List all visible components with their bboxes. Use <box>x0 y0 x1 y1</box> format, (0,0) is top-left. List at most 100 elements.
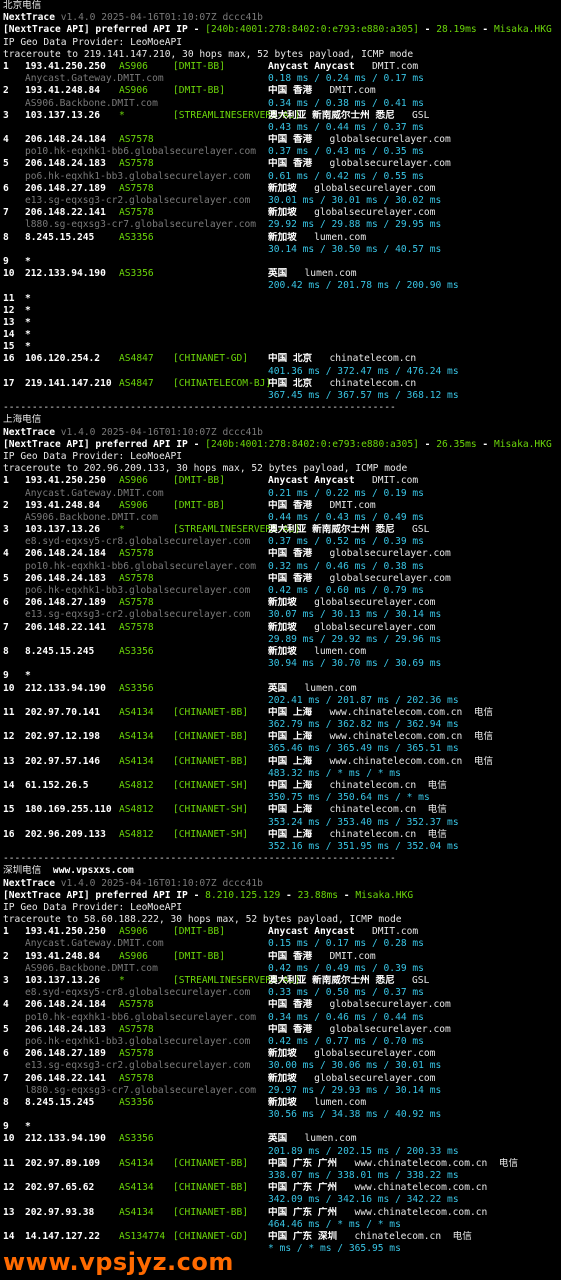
hop-tag: [CHINANET-BB] <box>173 731 249 743</box>
hop-geo-location: 新加坡 <box>268 597 297 609</box>
hop-latency: 352.16 ms / 351.95 ms / 352.04 ms <box>268 840 459 852</box>
hop-host: lumen.com <box>296 1096 367 1108</box>
hop-ip: 202.97.12.198 <box>25 731 101 743</box>
hop-ip: 103.137.13.26 <box>25 975 101 986</box>
hop-asn: AS7578 <box>119 1072 154 1084</box>
hop-ip: 103.137.13.26 <box>25 524 101 536</box>
hop-host: chinatelecom.cn <box>312 377 417 389</box>
hop-row: 9 * <box>3 670 559 682</box>
hop-latency: 0.33 ms / 0.50 ms / 0.37 ms <box>268 987 424 999</box>
hop-rdns: e13.sg-eqxsg3-cr2.globalsecurelayer.com <box>25 1060 251 1072</box>
hop-number: 1 <box>3 475 9 487</box>
hop-number: 5 <box>3 1023 9 1035</box>
hop-rdns: Anycast.Gateway.DMIT.com <box>25 73 164 85</box>
hop-geo: 新加坡 globalsecurelayer.com <box>268 207 435 219</box>
hop-number: 14 <box>3 329 15 341</box>
hop-number: 6 <box>3 1048 9 1060</box>
hop-tag: [CHINANET-SH] <box>173 828 249 840</box>
hop-latency: 0.42 ms / 0.60 ms / 0.79 ms <box>268 585 424 596</box>
hop-number: 1 <box>3 60 9 72</box>
hop-latency: 0.37 ms / 0.43 ms / 0.35 ms <box>268 146 424 158</box>
hop-host: globalsecurelayer.com <box>296 207 436 219</box>
hop-detail-row: po10.hk-eqxhk1-bb6.globalsecurelayer.com… <box>3 1012 559 1024</box>
section-title-text: 深圳电信 <box>3 865 42 877</box>
hop-row: 5 206.148.24.183 AS7578 中国 香港 globalsecurel… <box>3 158 559 170</box>
hop-tag: [CHINANET-BB] <box>173 1157 249 1169</box>
hop-rdns: AS906.Backbone.DMIT.com <box>25 97 158 109</box>
hop-geo-location: 新加坡 <box>268 182 297 194</box>
hop-row: 7 206.148.22.141 AS7578 新加坡 globalsecurelay… <box>3 622 559 634</box>
hop-geo-location: 新加坡 <box>268 231 297 243</box>
hop-row: 9 * <box>3 256 559 268</box>
hop-ip: 206.148.24.184 <box>25 134 106 146</box>
hop-geo-location: 新加坡 <box>268 207 297 219</box>
hop-geo: 英国 lumen.com <box>268 683 357 695</box>
hop-latency: 202.41 ms / 201.87 ms / 202.36 ms <box>268 694 459 706</box>
hop-host: GSL <box>394 109 430 121</box>
hop-asn: AS3356 <box>119 268 154 280</box>
hop-latency: 0.34 ms / 0.46 ms / 0.44 ms <box>268 1011 424 1023</box>
hop-host: globalsecurelayer.com <box>296 182 436 194</box>
hop-detail-row: AS906.Backbone.DMIT.com 0.44 ms / 0.43 ms… <box>3 512 559 524</box>
hop-row: 5 206.148.24.183 AS7578 中国 香港 globalsecurel… <box>3 573 559 585</box>
hop-rdns: e8.syd-eqxsy5-cr8.globalsecurelayer.com <box>25 536 251 548</box>
hop-row: 16 202.96.209.133 AS4812 [CHINANET-SH] 中国 上海… <box>3 829 559 841</box>
separator-text: ----------------------------------------… <box>3 853 396 865</box>
hop-geo: 中国 香港 DMIT.com <box>268 85 376 97</box>
hop-host: DMIT.com <box>312 85 376 97</box>
hop-detail-row: AS906.Backbone.DMIT.com 0.34 ms / 0.38 ms… <box>3 98 559 110</box>
hop-rdns: AS906.Backbone.DMIT.com <box>25 962 158 974</box>
hop-number: 5 <box>3 572 9 584</box>
hop-geo: 新加坡 globalsecurelayer.com <box>268 1073 435 1085</box>
hop-detail-row: AS906.Backbone.DMIT.com 0.42 ms / 0.49 ms… <box>3 963 559 975</box>
hop-ip: 219.141.147.210 <box>25 377 112 389</box>
hop-geo-location: 英国 <box>268 1133 288 1145</box>
hop-number: 13 <box>3 316 15 328</box>
hop-number: 5 <box>3 158 9 170</box>
hop-geo-location: 中国 香港 <box>268 548 313 560</box>
hop-asn: AS4812 <box>119 828 154 840</box>
hop-rdns: e13.sg-eqxsg3-cr2.globalsecurelayer.com <box>25 195 251 206</box>
hop-geo-location: 新加坡 <box>268 645 297 657</box>
hop-latency: 0.61 ms / 0.42 ms / 0.55 ms <box>268 170 424 182</box>
hop-ip: 180.169.255.110 <box>25 804 112 816</box>
api-line: [NextTrace API] preferred API IP - [240b… <box>3 439 559 451</box>
hop-number: 9 <box>3 1121 9 1133</box>
hop-rdns: po10.hk-eqxhk1-bb6.globalsecurelayer.com <box>25 560 257 572</box>
hop-number: 11 <box>3 1157 15 1169</box>
hop-asn: AS906 <box>119 60 148 72</box>
hop-geo-location: 中国 广东 广州 <box>268 1206 338 1218</box>
hop-host: chinatelecom.cn 电信 <box>312 780 447 791</box>
hop-latency: 30.56 ms / 34.38 ms / 40.92 ms <box>268 1109 442 1121</box>
hop-number: 6 <box>3 597 9 609</box>
hop-number: 15 <box>3 804 15 816</box>
section-title: 北京电信 <box>3 0 559 12</box>
hop-row: 3 103.137.13.26 * [STREAMLINESERVERS-AU] 澳大利… <box>3 975 559 987</box>
hop-number: 10 <box>3 682 15 694</box>
hop-geo: 中国 香港 globalsecurelayer.com <box>268 1024 451 1036</box>
hop-geo-location: 澳大利亚 新南威尔士州 悉尼 <box>268 975 395 986</box>
hop-asn: * <box>119 975 125 986</box>
hop-geo-location: 中国 上海 <box>268 780 313 791</box>
hop-row: 13 202.97.93.38 AS4134 [CHINANET-BB] 中国 广东 广… <box>3 1207 559 1219</box>
hop-geo: 新加坡 lumen.com <box>268 232 366 244</box>
hop-rdns: l880.sg-eqxsg3-cr7.globalsecurelayer.com <box>25 219 257 231</box>
hop-number: 3 <box>3 524 9 536</box>
hop-latency: 0.15 ms / 0.17 ms / 0.28 ms <box>268 938 424 950</box>
hop-asn: AS4134 <box>119 706 154 718</box>
hop-row: 12 202.97.65.62 AS4134 [CHINANET-BB] 中国 广东 广… <box>3 1182 559 1194</box>
hop-number: 7 <box>3 1072 9 1084</box>
hop-detail-row: e13.sg-eqxsg3-cr2.globalsecurelayer.com 3… <box>3 609 559 621</box>
hop-ip: 8.245.15.245 <box>25 1096 95 1108</box>
hop-detail-row: 483.32 ms / * ms / * ms <box>3 768 559 780</box>
hop-asn: AS3356 <box>119 231 154 243</box>
hop-host: chinatelecom.cn 电信 <box>337 1230 472 1242</box>
hop-latency: 0.37 ms / 0.52 ms / 0.39 ms <box>268 536 424 548</box>
hop-host: globalsecurelayer.com <box>312 134 451 146</box>
hop-geo: 中国 广东 广州 www.chinatelecom.com.cn <box>268 1207 487 1219</box>
hop-number: 12 <box>3 1182 15 1194</box>
hop-geo-location: 中国 上海 <box>268 804 313 816</box>
hop-geo-location: 英国 <box>268 268 288 280</box>
hop-tag: [CHINANET-SH] <box>173 780 249 791</box>
hop-row: 1 193.41.250.250 AS906 [DMIT-BB] Anycast Any… <box>3 475 559 487</box>
